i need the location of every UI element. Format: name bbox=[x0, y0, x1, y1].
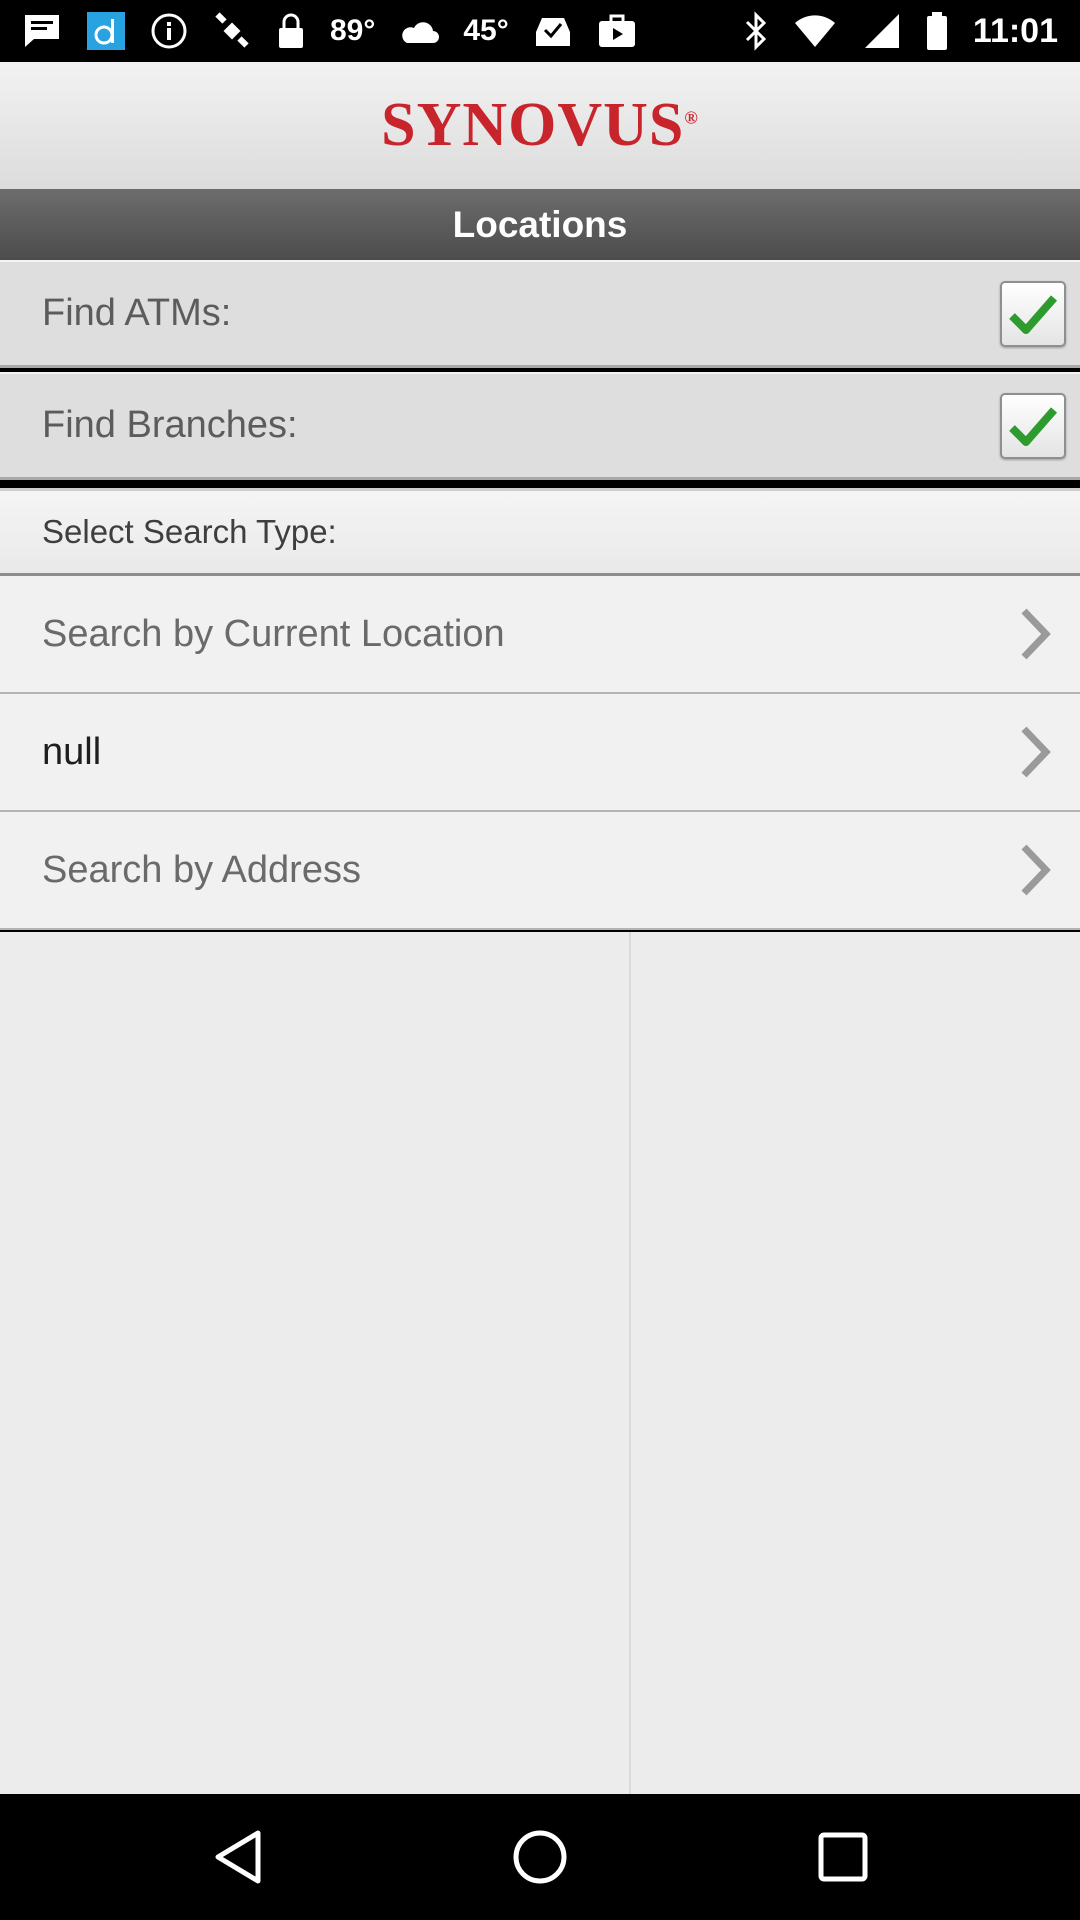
clock: 11:01 bbox=[972, 11, 1058, 50]
status-left: 89° 45° bbox=[22, 11, 637, 51]
signal-icon bbox=[861, 11, 901, 51]
info-icon bbox=[150, 11, 188, 51]
page-title: Locations bbox=[452, 203, 628, 245]
checkmark-icon bbox=[1009, 406, 1058, 446]
lock-icon bbox=[276, 11, 306, 51]
app-d-icon bbox=[86, 11, 126, 51]
status-bar: 89° 45° 11:01 bbox=[0, 0, 1080, 62]
message-icon bbox=[22, 11, 62, 51]
status-right: 11:01 bbox=[743, 11, 1058, 51]
chevron-right-icon bbox=[1021, 726, 1051, 778]
battery-icon bbox=[925, 11, 949, 51]
home-button[interactable] bbox=[495, 1812, 585, 1902]
find-atms-label: Find ATMs: bbox=[42, 292, 232, 334]
inbox-check-icon bbox=[533, 11, 573, 51]
recents-button[interactable] bbox=[798, 1812, 888, 1902]
background-area bbox=[0, 932, 1080, 1794]
search-address-label: Search by Address bbox=[42, 848, 361, 891]
search-current-location-row[interactable]: Search by Current Location bbox=[0, 576, 1080, 694]
recents-icon bbox=[818, 1832, 868, 1882]
weather-cloud-icon bbox=[399, 11, 440, 51]
null-label: null bbox=[42, 730, 102, 773]
temperature-1: 89° bbox=[330, 14, 376, 47]
title-bar: Locations bbox=[0, 189, 1080, 260]
search-type-label: Select Search Type: bbox=[42, 513, 337, 550]
wifi-icon bbox=[793, 11, 837, 51]
chevron-right-icon bbox=[1021, 608, 1051, 660]
find-atms-checkbox[interactable] bbox=[1000, 280, 1066, 347]
briefcase-icon bbox=[597, 11, 637, 51]
app-header: SYNOVUS® bbox=[0, 62, 1080, 190]
brand-logo: SYNOVUS® bbox=[381, 90, 699, 161]
back-button[interactable] bbox=[193, 1812, 283, 1902]
temperature-2: 45° bbox=[463, 14, 509, 47]
bluetooth-icon bbox=[743, 11, 769, 51]
home-icon bbox=[513, 1830, 567, 1884]
search-type-header: Select Search Type: bbox=[0, 488, 1080, 576]
registered-mark: ® bbox=[684, 107, 699, 128]
background-crease bbox=[629, 932, 631, 1794]
null-row[interactable]: null bbox=[0, 694, 1080, 812]
back-icon bbox=[215, 1830, 261, 1884]
find-branches-checkbox[interactable] bbox=[1000, 392, 1066, 459]
screen: 89° 45° 11:01 SYNOVUS® Locations Find AT… bbox=[0, 0, 1080, 1920]
checkmark-icon bbox=[1009, 294, 1058, 334]
find-branches-label: Find Branches: bbox=[42, 404, 298, 446]
navigation-bar bbox=[0, 1794, 1080, 1920]
chevron-right-icon bbox=[1021, 844, 1051, 896]
brand-name: SYNOVUS bbox=[381, 91, 685, 159]
search-address-row[interactable]: Search by Address bbox=[0, 812, 1080, 930]
find-atms-row[interactable]: Find ATMs: bbox=[0, 260, 1080, 368]
satellite-icon bbox=[212, 11, 252, 51]
find-branches-row[interactable]: Find Branches: bbox=[0, 372, 1080, 480]
search-current-location-label: Search by Current Location bbox=[42, 612, 505, 655]
